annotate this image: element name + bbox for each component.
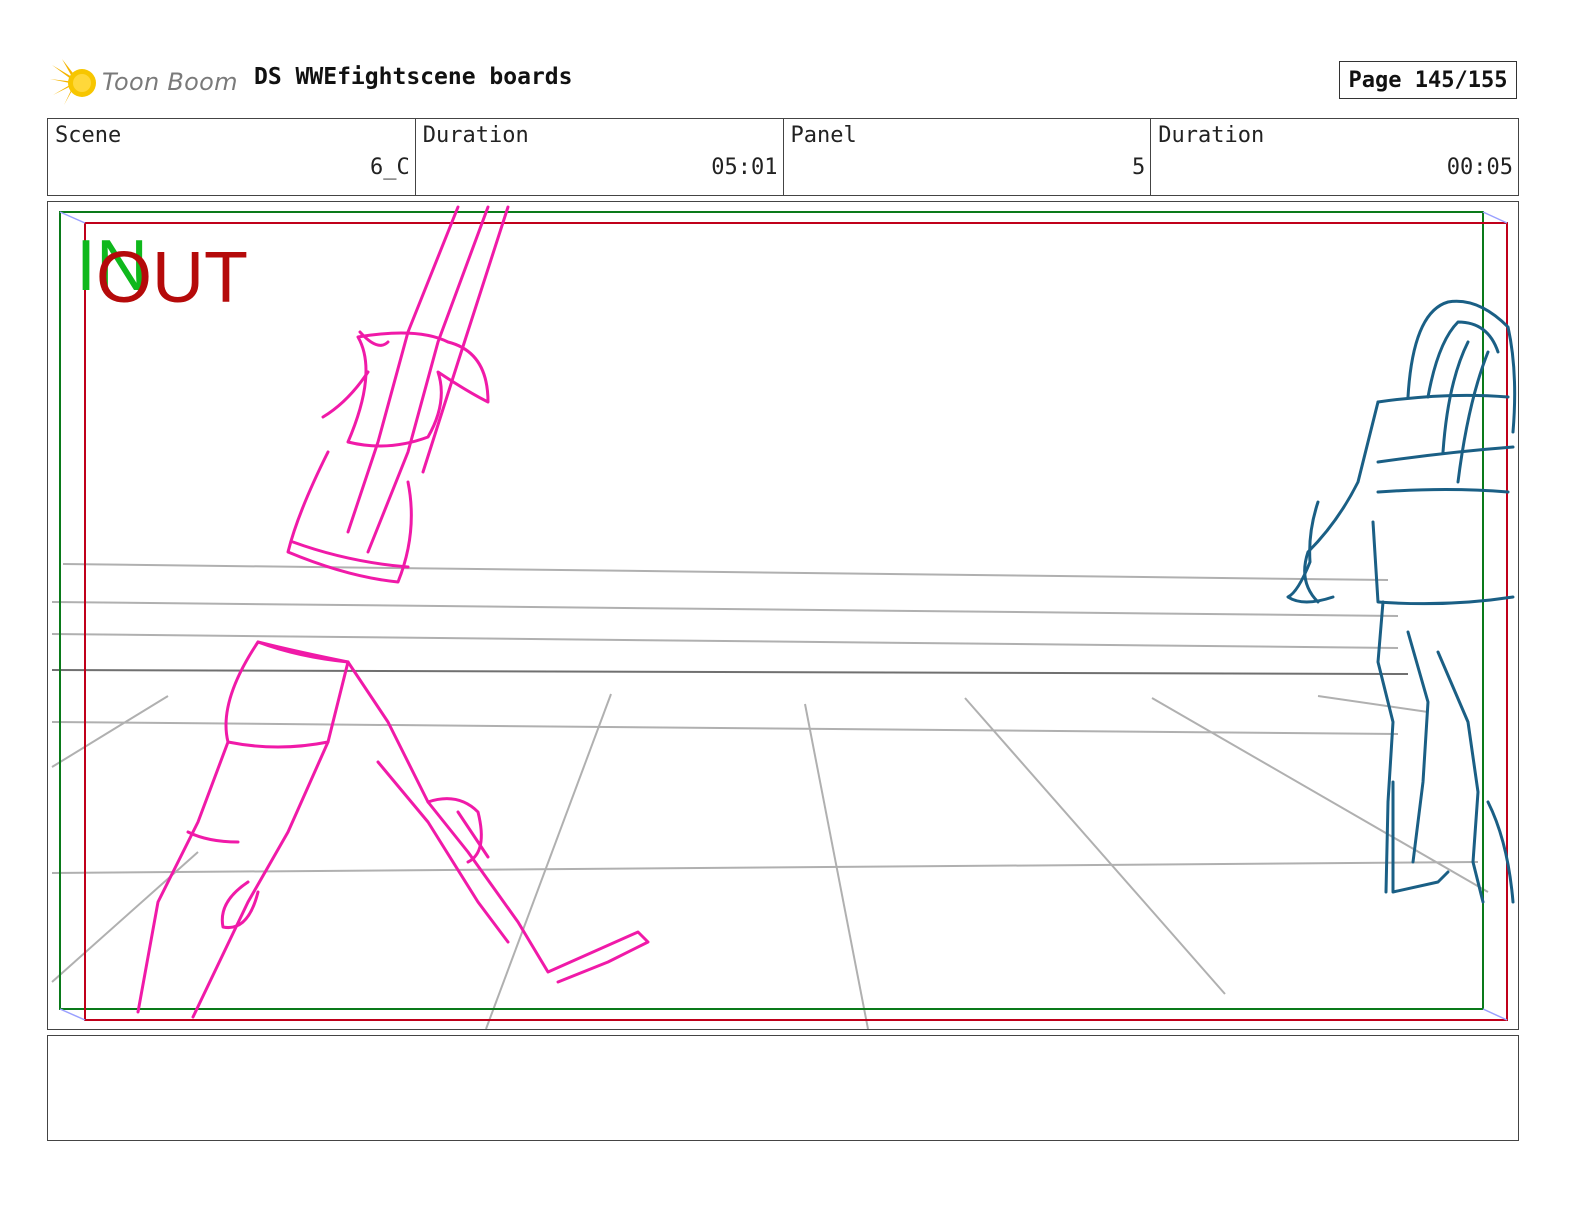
scene-info-row: Scene 6_C Duration 05:01 Panel 5 Duratio… [47,118,1519,196]
panel-label: Panel [790,123,857,148]
scene-duration-cell: Duration 05:01 [416,119,784,195]
scene-value: 6_C [370,155,410,180]
storyboard-panel: IN OUT [47,201,1519,1030]
logo-text: Toon Boom [102,68,238,96]
frame-corner-bl [59,1008,86,1021]
scene-duration-label: Duration [422,123,529,148]
panel-duration-value: 00:05 [1446,155,1513,180]
scene-duration-value: 05:01 [711,155,778,180]
toon-boom-logo: Toon Boom [50,56,238,108]
frame-corner-tl [59,211,86,224]
ring-lines [51,563,1489,1029]
in-frame [59,211,1484,1010]
fighter-right-sketch [1286,299,1517,904]
out-frame [84,222,1508,1021]
panel-duration-cell: Duration 00:05 [1151,119,1518,195]
page-indicator: Page 145/155 [1339,61,1517,99]
panel-sketch [51,205,1517,1029]
out-marker: OUT [96,238,248,318]
ring-rope-dark [51,669,1409,675]
panel-cell: Panel 5 [784,119,1152,195]
panel-value: 5 [1132,155,1146,180]
panel-notes-box [47,1035,1519,1141]
panel-duration-label: Duration [1158,123,1265,148]
starburst-icon [50,59,96,105]
scene-label: Scene [55,123,122,148]
document-title: DS WWEfightscene boards [254,64,573,90]
fighter-left-sketch [136,205,650,1019]
frame-corner-tr [1482,211,1508,224]
frame-corner-br [1482,1008,1508,1021]
scene-cell: Scene 6_C [48,119,416,195]
